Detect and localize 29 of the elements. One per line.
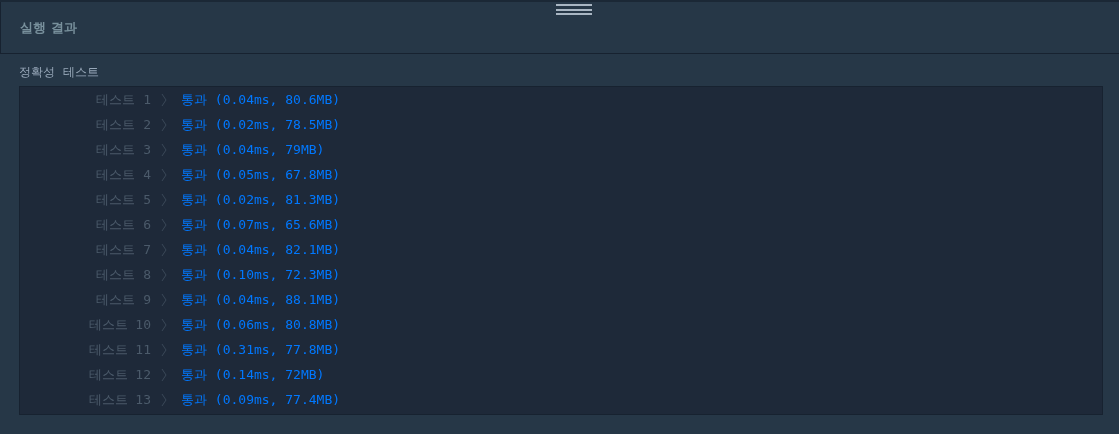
- test-result: 통과 (0.10ms, 72.3MB): [181, 265, 341, 284]
- test-result: 통과 (0.06ms, 80.8MB): [181, 315, 341, 334]
- chevron-icon: [161, 142, 167, 157]
- test-result: 통과 (0.05ms, 67.8MB): [181, 165, 341, 184]
- test-result: 통과 (0.04ms, 79MB): [181, 140, 325, 159]
- test-result: 통과 (0.31ms, 77.8MB): [181, 340, 341, 359]
- chevron-icon: [161, 392, 167, 407]
- chevron-icon: [161, 242, 167, 257]
- chevron-icon: [161, 317, 167, 332]
- chevron-icon: [161, 117, 167, 132]
- chevron-icon: [161, 342, 167, 357]
- chevron-icon: [161, 367, 167, 382]
- test-result: 통과 (0.14ms, 72MB): [181, 365, 325, 384]
- test-result: 통과 (0.04ms, 82.1MB): [181, 240, 341, 259]
- test-result: 통과 (0.04ms, 80.6MB): [181, 90, 341, 109]
- test-result: 통과 (0.09ms, 77.4MB): [181, 390, 341, 409]
- chevron-icon: [161, 92, 167, 107]
- test-result: 통과 (0.02ms, 78.5MB): [181, 115, 341, 134]
- section-label: 정확성 테스트: [19, 64, 99, 81]
- test-result: 통과 (0.04ms, 88.1MB): [181, 290, 341, 309]
- test-result: 통과 (0.02ms, 81.3MB): [181, 190, 341, 209]
- chevron-icon: [161, 292, 167, 307]
- chevron-icon: [161, 167, 167, 182]
- chevron-icon: [161, 267, 167, 282]
- chevron-icon: [161, 217, 167, 232]
- resize-handle-icon[interactable]: [556, 4, 592, 15]
- chevron-icon: [161, 192, 167, 207]
- test-result: 통과 (0.07ms, 65.6MB): [181, 215, 341, 234]
- panel-title: 실행 결과: [20, 18, 77, 37]
